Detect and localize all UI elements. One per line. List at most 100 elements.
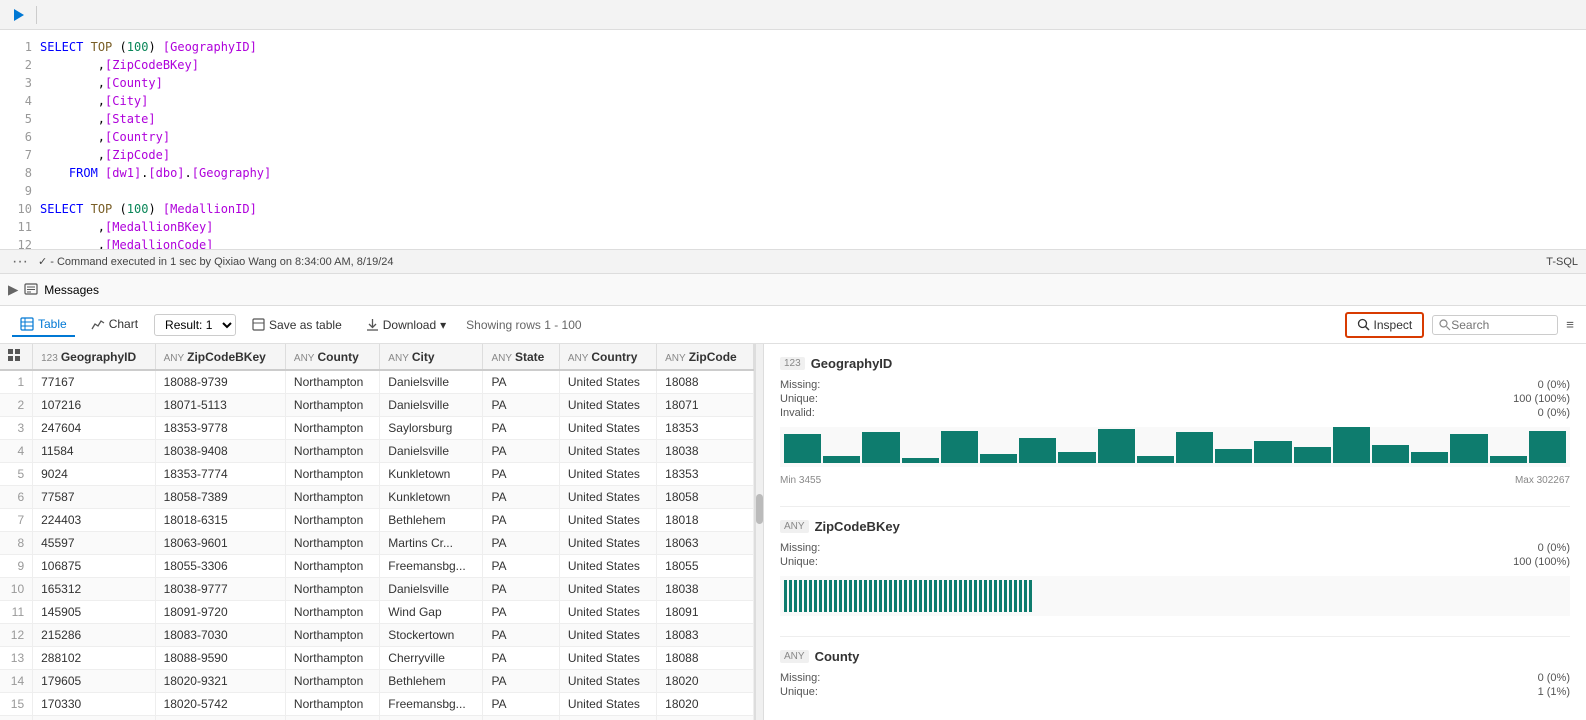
cell-state: PA [483, 716, 559, 720]
messages-bar: ▶ Messages [0, 274, 1586, 306]
cell-county: Northampton [285, 624, 379, 647]
row-num: 8 [0, 532, 33, 555]
cell-state: PA [483, 624, 559, 647]
bar-segment [1029, 580, 1032, 612]
cell-country: United States [559, 370, 656, 394]
sql-editor[interactable]: 12345 678910 111213 SELECT TOP (100) [Ge… [0, 30, 1586, 250]
cell-county: Northampton [285, 555, 379, 578]
cell-zipcode: 18058 [657, 486, 754, 509]
data-table-container[interactable]: 123GeographyID ANYZipCodeBKey ANYCounty … [0, 344, 755, 720]
bar-segment [1058, 452, 1095, 463]
col-county[interactable]: ANYCounty [285, 344, 379, 370]
bar-segment [964, 580, 967, 612]
messages-icon [24, 283, 38, 297]
cell-city: Kunkletown [380, 486, 483, 509]
table-row: 12 215286 18083-7030 Northampton Stocker… [0, 624, 754, 647]
vertical-scrollbar[interactable] [755, 344, 763, 720]
cell-zipcodebkey: 18063-9601 [155, 532, 285, 555]
zipcodebkey-chart [780, 576, 1570, 616]
cell-country: United States [559, 394, 656, 417]
dots-menu[interactable]: ··· [8, 253, 32, 271]
download-button[interactable]: Download ▾ [358, 314, 454, 336]
cell-geographyid: 145905 [33, 601, 155, 624]
cell-city: Kunkletown [380, 463, 483, 486]
chart-icon [91, 317, 105, 331]
cell-zipcode: 18038 [657, 440, 754, 463]
bar-segment [884, 580, 887, 612]
col-geographyid[interactable]: 123GeographyID [33, 344, 155, 370]
cell-geographyid: 288102 [33, 647, 155, 670]
table-row: 6 77587 18058-7389 Northampton Kunkletow… [0, 486, 754, 509]
cell-country: United States [559, 647, 656, 670]
cell-zipcodebkey: 18353-7774 [155, 463, 285, 486]
cell-county: Northampton [285, 670, 379, 693]
cell-state: PA [483, 601, 559, 624]
cell-city: Danielsville [380, 370, 483, 394]
cell-state: PA [483, 370, 559, 394]
table-row: 1 77167 18088-9739 Northampton Danielsvi… [0, 370, 754, 394]
bar-segment [929, 580, 932, 612]
bar-segment [924, 580, 927, 612]
cell-zipcodebkey: 18038-9408 [155, 440, 285, 463]
cell-city: Danielsville [380, 578, 483, 601]
cell-geographyid: 193341 [33, 716, 155, 720]
cell-geographyid: 215286 [33, 624, 155, 647]
col-state[interactable]: ANYState [483, 344, 559, 370]
cell-city: Danielsville [380, 394, 483, 417]
run-button[interactable] [8, 4, 30, 26]
table-tab[interactable]: Table [12, 313, 75, 337]
filter-button[interactable]: ≡ [1566, 317, 1574, 332]
bar-segment [844, 580, 847, 612]
cell-country: United States [559, 532, 656, 555]
cell-zipcodebkey: 18055-3306 [155, 555, 285, 578]
col-country[interactable]: ANYCountry [559, 344, 656, 370]
bar-segment [824, 580, 827, 612]
download-icon [366, 318, 379, 331]
cell-city: Freemansbg... [380, 693, 483, 716]
search-input[interactable] [1451, 318, 1551, 332]
county-unique-stat: Unique: 1 (1%) [780, 686, 1570, 698]
cell-geographyid: 107216 [33, 394, 155, 417]
col-zipcode[interactable]: ANYZipCode [657, 344, 754, 370]
cell-county: Northampton [285, 578, 379, 601]
code-editor[interactable]: SELECT TOP (100) [GeographyID] ,[ZipCode… [40, 30, 1586, 249]
bar-segment [1529, 431, 1566, 463]
bar-segment [1024, 580, 1027, 612]
cell-geographyid: 77587 [33, 486, 155, 509]
table-row: 16 193341 18013-4617 Northampton Martins… [0, 716, 754, 720]
cell-country: United States [559, 440, 656, 463]
bar-segment [902, 458, 939, 463]
cell-zipcodebkey: 18058-7389 [155, 486, 285, 509]
inspect-button[interactable]: Inspect [1345, 312, 1425, 338]
col-city[interactable]: ANYCity [380, 344, 483, 370]
bar-segment [999, 580, 1002, 612]
line-numbers: 12345 678910 111213 [0, 30, 40, 249]
zc-unique-stat: Unique: 100 (100%) [780, 556, 1570, 568]
data-table: 123GeographyID ANYZipCodeBKey ANYCounty … [0, 344, 754, 720]
expand-messages-button[interactable]: ▶ [8, 282, 18, 298]
bar-segment [874, 580, 877, 612]
cell-zipcode: 18018 [657, 509, 754, 532]
inspect-geographyid: 123 GeographyID Missing: 0 (0%) Unique: … [780, 356, 1570, 486]
row-num: 15 [0, 693, 33, 716]
results-toolbar: Table Chart Result: 1 Save as table Down… [0, 306, 1586, 344]
bar-segment [979, 580, 982, 612]
cell-geographyid: 165312 [33, 578, 155, 601]
cell-state: PA [483, 509, 559, 532]
chart-tab[interactable]: Chart [83, 313, 146, 337]
cell-city: Bethlehem [380, 509, 483, 532]
bar-segment [799, 580, 802, 612]
cell-city: Saylorsburg [380, 417, 483, 440]
save-as-table-button[interactable]: Save as table [244, 314, 350, 336]
cell-city: Bethlehem [380, 670, 483, 693]
cell-country: United States [559, 578, 656, 601]
bar-segment [969, 580, 972, 612]
bar-segment [909, 580, 912, 612]
result-selector[interactable]: Result: 1 [154, 314, 236, 336]
cell-zipcode: 18020 [657, 693, 754, 716]
col-zipcodebkey[interactable]: ANYZipCodeBKey [155, 344, 285, 370]
bar-segment [989, 580, 992, 612]
cell-zipcode: 18013 [657, 716, 754, 720]
search-box[interactable] [1432, 315, 1558, 335]
cell-state: PA [483, 463, 559, 486]
